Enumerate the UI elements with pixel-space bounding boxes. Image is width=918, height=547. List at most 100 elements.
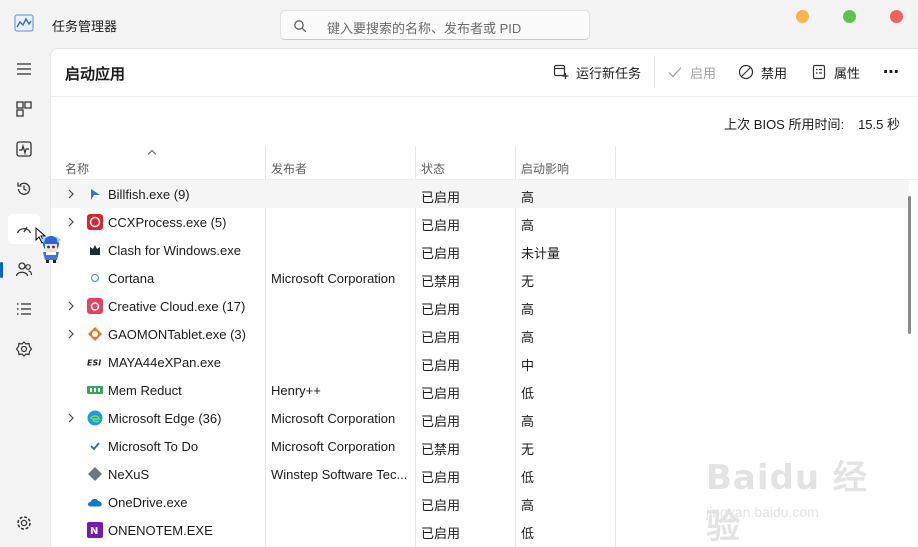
app-name: NeXuS (108, 467, 150, 482)
app-status: 已启用 (421, 246, 461, 261)
title-bar: 任务管理器 键入要搜索的名称、发布者或 PID (0, 0, 918, 48)
properties-icon (812, 64, 826, 80)
column-header-status[interactable]: 状态 (421, 160, 445, 177)
table-row[interactable]: Creative Cloud.exe (17) 已启用 高 (51, 292, 909, 320)
services-icon (15, 341, 33, 357)
details-list-icon (17, 303, 31, 315)
app-startup-impact: 高 (521, 414, 535, 429)
gaomon-icon (87, 326, 103, 342)
processes-icon (16, 101, 32, 117)
app-name: Billfish.exe (9) (108, 187, 190, 202)
esi-icon: ESI (87, 354, 103, 370)
nav-settings[interactable] (8, 508, 40, 538)
app-startup-impact: 高 (521, 218, 535, 233)
run-new-task-label: 运行新任务 (576, 65, 642, 81)
table-row[interactable]: Clash for Windows.exe 已启用 未计量 (51, 236, 909, 264)
chevron-right-icon[interactable] (67, 217, 75, 227)
minimize-button[interactable] (796, 10, 809, 23)
app-status: 已启用 (421, 330, 461, 345)
app-name: Clash for Windows.exe (108, 243, 241, 258)
table-row[interactable]: ESI MAYA44eXPan.exe 已启用 中 (51, 348, 909, 376)
app-name: OneDrive.exe (108, 495, 188, 510)
chevron-right-icon[interactable] (67, 189, 75, 199)
app-publisher: Henry++ (271, 383, 321, 398)
app-name: Mem Reduct (108, 383, 182, 398)
app-startup-impact: 中 (521, 358, 535, 373)
creative-cloud-icon (87, 298, 103, 314)
nav-performance[interactable] (8, 134, 40, 164)
column-header-name[interactable]: 名称 (65, 160, 89, 177)
task-manager-app-icon (14, 14, 34, 32)
nav-services[interactable] (8, 334, 40, 364)
toolbar-divider (51, 96, 918, 97)
app-status: 已启用 (421, 498, 461, 513)
app-name: CCXProcess.exe (5) (108, 215, 227, 230)
watermark-brand: Baidu 经验 (706, 458, 868, 547)
table-row[interactable]: Mem Reduct Henry++ 已启用 低 (51, 376, 909, 404)
app-status: 已启用 (421, 302, 461, 317)
enable-button[interactable]: 启用 (667, 62, 716, 82)
block-icon (738, 64, 754, 80)
app-status: 已启用 (421, 190, 461, 205)
active-indicator (0, 262, 3, 278)
search-box[interactable]: 键入要搜索的名称、发布者或 PID (280, 10, 590, 40)
app-startup-impact: 高 (521, 330, 535, 345)
app-status: 已启用 (421, 386, 461, 401)
todo-icon (87, 438, 103, 454)
enable-label: 启用 (690, 65, 717, 81)
clash-icon (87, 242, 103, 258)
nav-app-history[interactable] (8, 174, 40, 204)
app-status: 已禁用 (421, 442, 461, 457)
app-name: MAYA44eXPan.exe (108, 355, 221, 370)
new-task-icon (553, 64, 569, 79)
app-name: Microsoft Edge (36) (108, 411, 222, 426)
nav-processes[interactable] (8, 94, 40, 124)
baidu-watermark: Baidu 经验 jingyan.baidu.com (702, 446, 872, 547)
maximize-button[interactable] (843, 10, 856, 23)
app-status: 已启用 (421, 414, 461, 429)
run-new-task-button[interactable]: 运行新任务 (553, 62, 641, 82)
table-row[interactable]: CCXProcess.exe (5) 已启用 高 (51, 208, 909, 236)
more-options-button[interactable]: ⋯ (883, 62, 900, 82)
history-icon (17, 182, 31, 195)
app-status: 已禁用 (421, 274, 461, 289)
table-row[interactable]: GAOMONTablet.exe (3) 已启用 高 (51, 320, 909, 348)
search-placeholder: 键入要搜索的名称、发布者或 PID (327, 21, 522, 36)
app-status: 已启用 (421, 470, 461, 485)
disable-button[interactable]: 禁用 (738, 62, 787, 82)
table-row[interactable]: Microsoft Edge (36) Microsoft Corporation… (51, 404, 909, 432)
disable-label: 禁用 (761, 65, 788, 81)
close-button[interactable] (890, 10, 903, 23)
checkmark-icon (668, 67, 682, 78)
watermark-url: jingyan.baidu.com (706, 504, 819, 520)
app-status: 已启用 (421, 218, 461, 233)
app-publisher: Winstep Software Tec... (271, 467, 408, 482)
app-name: Microsoft To Do (108, 439, 199, 454)
app-startup-impact: 低 (521, 470, 535, 485)
column-header-impact[interactable]: 启动影响 (521, 160, 569, 177)
cortana-icon (87, 270, 103, 286)
app-startup-impact: 低 (521, 386, 535, 401)
toolbar-separator (654, 57, 655, 87)
app-name: GAOMONTablet.exe (3) (108, 327, 246, 342)
chevron-right-icon[interactable] (67, 301, 75, 311)
app-status: 已启用 (421, 526, 461, 541)
chevron-right-icon[interactable] (67, 413, 75, 423)
mem-reduct-icon (87, 382, 103, 398)
billfish-icon (87, 186, 103, 202)
vertical-scrollbar[interactable] (908, 196, 911, 334)
column-header-publisher[interactable]: 发布者 (271, 160, 307, 177)
table-row[interactable]: Cortana Microsoft Corporation 已禁用 无 (51, 264, 909, 292)
chevron-right-icon[interactable] (67, 329, 75, 339)
table-row[interactable]: Billfish.exe (9) 已启用 高 (51, 180, 909, 208)
sidebar (0, 48, 48, 547)
app-startup-impact: 未计量 (521, 246, 561, 261)
app-startup-impact: 高 (521, 498, 535, 513)
nav-details[interactable] (8, 294, 40, 324)
properties-label: 属性 (834, 65, 861, 81)
properties-button[interactable]: 属性 (811, 62, 860, 82)
search-icon (294, 20, 307, 33)
hamburger-menu-button[interactable] (8, 54, 40, 84)
svg-text:ESI: ESI (87, 359, 101, 367)
app-startup-impact: 无 (521, 442, 535, 457)
